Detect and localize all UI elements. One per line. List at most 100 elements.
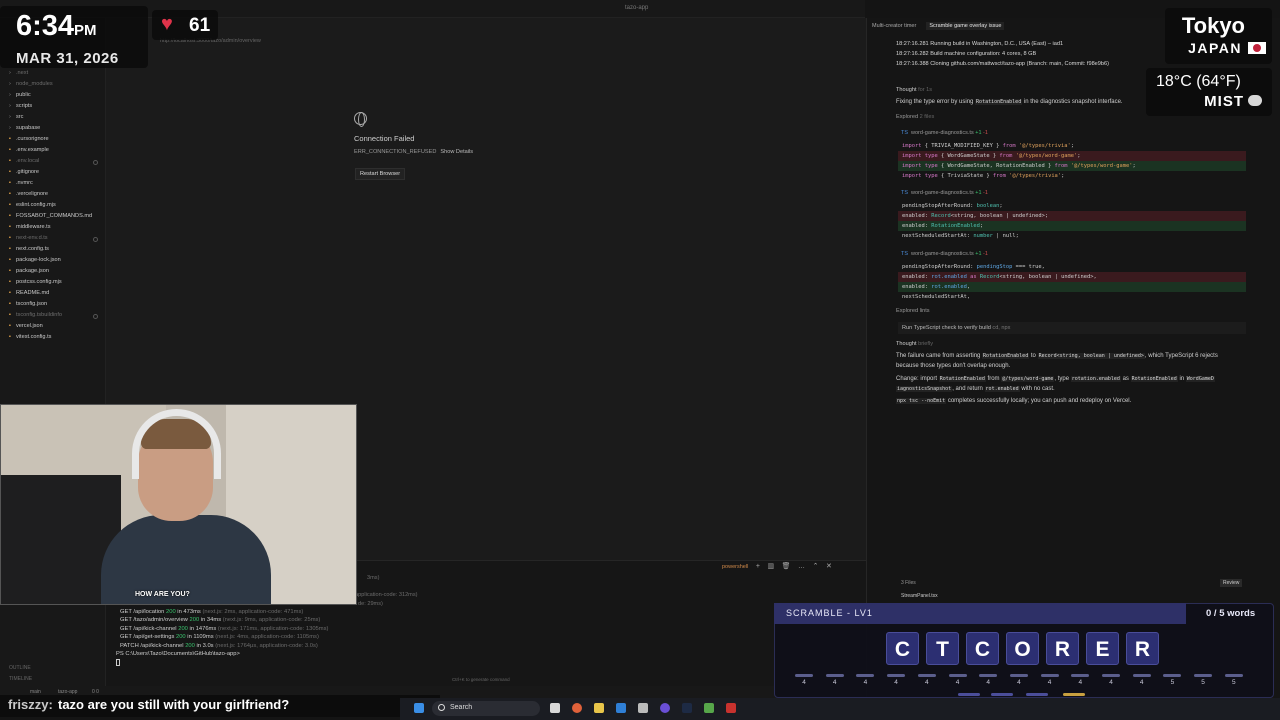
tree-folder[interactable]: › .next (9, 70, 28, 76)
explored-lints[interactable]: Explored lints (896, 308, 930, 314)
terminal-line: PATCH /api/kick-channel 200 in 3.0s (nex… (120, 642, 318, 649)
terminal-line: GET /api/get-settings 200 in 1109ms (nex… (120, 634, 319, 640)
build-log-line: 18:27:16.388 Cloning github.com/mattwsct… (896, 61, 1109, 67)
maximize-icon[interactable]: ⌃ (813, 563, 819, 570)
diff-line: pendingStopAfterRound: boolean; (902, 203, 1003, 209)
more-icon[interactable]: … (798, 563, 805, 570)
add-terminal-icon[interactable]: + (756, 563, 760, 570)
tab-scramble-overlay[interactable]: Scramble game overlay issue (926, 22, 1005, 30)
word-slot (1071, 674, 1090, 677)
outline-section[interactable]: OUTLINE (9, 665, 31, 671)
live-caption: HOW ARE YOU? (135, 591, 190, 598)
timeline-section[interactable]: TIMELINE (9, 676, 32, 682)
changed-files-count[interactable]: 3 Files (901, 580, 916, 586)
tree-file[interactable]: ▪ package-lock.json (9, 257, 61, 263)
tree-file[interactable]: ▪ vercel.json (9, 323, 43, 329)
cursor-icon[interactable] (638, 703, 648, 713)
tree-file[interactable]: ▪ .vercelignore (9, 191, 48, 197)
word-length: 4 (802, 679, 806, 686)
tree-file[interactable]: ▪ next.config.ts (9, 246, 49, 252)
steam-icon[interactable] (682, 703, 692, 713)
tree-file[interactable]: ▪ .gitignore (9, 169, 39, 175)
cloud-icon (1248, 95, 1262, 106)
word-slot (825, 674, 844, 677)
split-terminal-icon[interactable]: ▥ (767, 563, 774, 570)
diff-line: pendingStopAfterRound: pendingStop === t… (902, 264, 1045, 270)
tree-item-label: .nvmrc (16, 180, 33, 186)
windows-start-icon[interactable] (414, 703, 424, 713)
task-view-icon[interactable] (550, 703, 560, 713)
tree-file[interactable]: ▪ vitest.config.ts (9, 334, 51, 340)
vscode-icon[interactable] (616, 703, 626, 713)
file-icon: ▪ (9, 213, 11, 219)
tree-folder[interactable]: › public (9, 92, 31, 98)
chevron-right-icon: › (9, 125, 11, 131)
terminal-line: GET /api/kick-channel 200 in 1476ms (nex… (120, 625, 329, 632)
tree-file[interactable]: ▪ package.json (9, 268, 49, 274)
word-slot (1009, 674, 1028, 677)
show-details-link[interactable]: Show Details (440, 149, 473, 155)
tree-folder[interactable]: › src (9, 114, 23, 120)
xbox-icon[interactable] (704, 703, 714, 713)
tree-item-label: scripts (16, 103, 33, 109)
tree-folder[interactable]: › scripts (9, 103, 32, 109)
browser-icon[interactable] (572, 703, 582, 713)
diff-line-removed: enabled: Record<string, boolean | undefi… (898, 211, 1246, 221)
obs-icon[interactable] (660, 703, 670, 713)
tree-file[interactable]: ▪ .nvmrc (9, 180, 33, 186)
diff-line-added: import type { WordGameState, RotationEna… (898, 161, 1246, 171)
tree-file[interactable]: ▪ .cursorignore (9, 136, 49, 142)
file-icon: ▪ (9, 268, 11, 274)
terminal-prompt[interactable]: PS C:\Users\Tazo\Documents\GitHub\tazo-a… (116, 651, 240, 657)
folder-icon[interactable] (594, 703, 604, 713)
word-slot (1163, 674, 1182, 677)
globe-icon (354, 112, 367, 127)
tree-item-label: README.md (16, 290, 50, 296)
word-length: 5 (1201, 679, 1205, 686)
word-slot (887, 674, 906, 677)
build-log-line: 18:27:16.281 Running build in Washington… (896, 41, 1064, 47)
tree-file[interactable]: ▪ .env.example (9, 147, 49, 153)
tree-folder[interactable]: › node_modules (9, 81, 53, 87)
restart-browser-button[interactable]: Restart Browser (355, 168, 406, 180)
terminal-shell-tab[interactable]: powershell (722, 564, 748, 570)
word-length: 4 (1017, 679, 1021, 686)
thought-header[interactable]: Thought for 1s (896, 87, 932, 93)
file-icon: ▪ (9, 301, 11, 307)
file-icon: ▪ (9, 312, 11, 318)
word-length: 4 (1139, 679, 1144, 686)
word-length: 4 (1078, 679, 1083, 686)
tree-file[interactable]: ▪ tsconfig.json (9, 301, 47, 307)
clock-date: MAR 31, 2026 (16, 50, 119, 67)
review-button[interactable]: Review (1220, 579, 1243, 587)
diff-card-header[interactable]: TS word-game-diagnostics.ts +1 -1 (901, 130, 988, 136)
webcam-feed: HOW ARE YOU? (0, 404, 357, 605)
app-icon[interactable] (726, 703, 736, 713)
url-bar[interactable]: http://localhost:3000/tazo/admin/overvie… (160, 38, 810, 50)
tree-file[interactable]: ▪ FOSSABOT_COMMANDS.md (9, 213, 92, 219)
tab-multi-creator-timer[interactable]: Multi-creator timer (872, 23, 916, 29)
tree-file[interactable]: ▪ README.md (9, 290, 49, 296)
heart-rate-overlay: ♥ 61 (152, 10, 218, 40)
tree-folder[interactable]: › supabase (9, 125, 40, 131)
word-slot (1040, 674, 1059, 677)
changed-file[interactable]: StreamPanel.tsx (901, 593, 938, 599)
status-dot (93, 314, 98, 319)
tree-file[interactable]: ▪ eslint.config.mjs (9, 202, 56, 208)
trash-icon[interactable]: 🗑 (782, 563, 791, 570)
diff-card-header[interactable]: TS word-game-diagnostics.ts +1 -1 (901, 190, 988, 196)
run-command-card[interactable]: Run TypeScript check to verify build cd,… (898, 322, 1246, 334)
diff-card-header[interactable]: TS word-game-diagnostics.ts +1 -1 (901, 251, 988, 257)
city-name: Tokyo (1181, 13, 1245, 38)
close-icon[interactable]: ✕ (826, 563, 832, 570)
tree-file[interactable]: ▪ postcss.config.mjs (9, 279, 62, 285)
file-icon: ▪ (9, 136, 11, 142)
tree-file[interactable]: ▪ middleware.ts (9, 224, 51, 230)
taskbar-search[interactable]: Search (432, 701, 540, 716)
clock-ampm: PM (74, 22, 97, 39)
tree-file[interactable]: ▪ next-env.d.ts (9, 235, 48, 241)
tree-file[interactable]: ▪ tsconfig.tsbuildinfo (9, 312, 62, 318)
explored-header[interactable]: Explored 2 files (896, 114, 934, 120)
tree-file[interactable]: ▪ .env.local (9, 158, 39, 164)
thought-header[interactable]: Thought briefly (896, 341, 933, 347)
